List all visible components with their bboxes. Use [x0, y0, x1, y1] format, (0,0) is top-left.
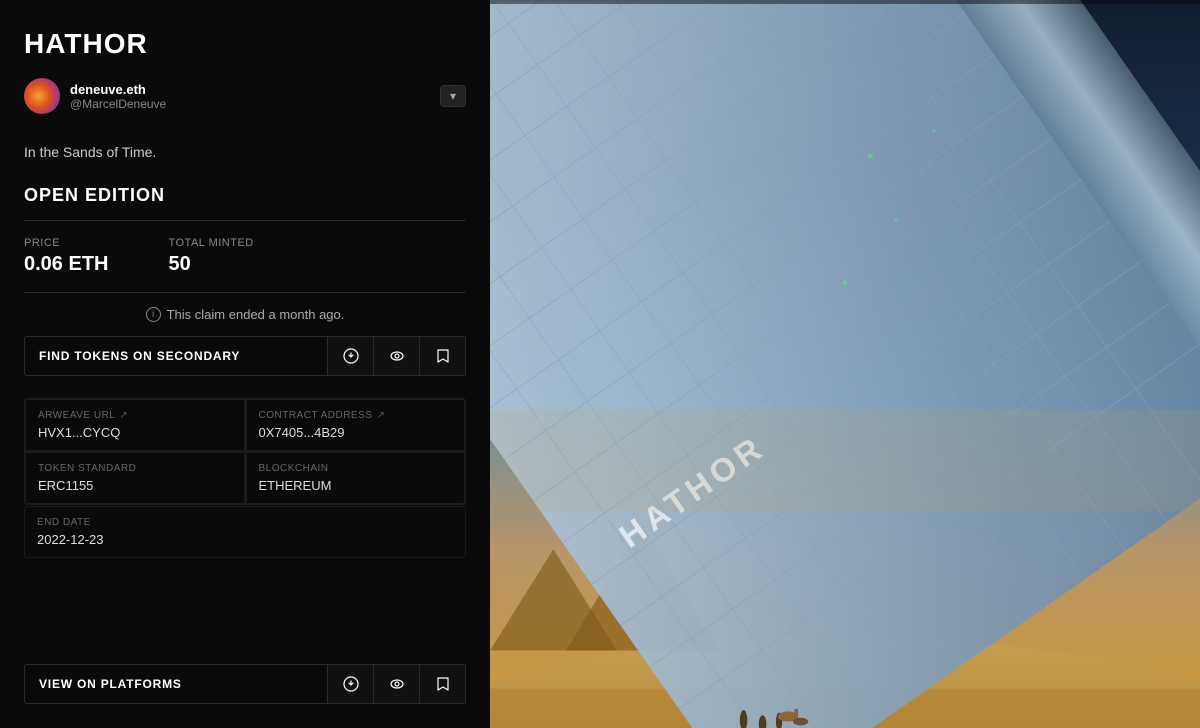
contract-address-label: CONTRACT ADDRESS — [259, 410, 373, 421]
end-date-label: END DATE — [37, 517, 91, 528]
price-block: PRICE 0.06 ETH — [24, 237, 108, 276]
left-panel: HATHOR deneuve.eth @MarcelDeneuve ▾ In t… — [0, 0, 490, 728]
blockchain-label: BLOCKCHAIN — [259, 463, 329, 474]
claim-notice: i This claim ended a month ago. — [24, 307, 466, 322]
bottom-bookmark-icon — [436, 676, 450, 692]
external-link-icon-contract: ↗ — [376, 410, 385, 421]
price-label: PRICE — [24, 237, 108, 249]
bookmark-icon — [436, 348, 450, 364]
artwork-background: HATHOR — [490, 0, 1200, 728]
bottom-action-bar: VIEW ON PLATFORMS — [24, 664, 466, 704]
divider-1 — [24, 220, 466, 221]
download-icon — [343, 348, 359, 364]
action-icons — [327, 337, 465, 375]
claim-notice-text: This claim ended a month ago. — [167, 307, 345, 322]
bottom-view-button[interactable] — [373, 665, 419, 703]
edition-type-label: OPEN EDITION — [24, 185, 466, 206]
eye-icon — [389, 348, 405, 364]
external-link-icon-arweave: ↗ — [119, 410, 128, 421]
token-standard-value: ERC1155 — [38, 478, 232, 493]
token-standard-label: TOKEN STANDARD — [38, 463, 136, 474]
primary-action-bar: FIND TOKENS ON SECONDARY — [24, 336, 466, 376]
blockchain-value: ETHEREUM — [259, 478, 453, 493]
arweave-url-value: HVX1...CYCQ — [38, 425, 232, 440]
avatar — [24, 78, 60, 114]
arweave-url-cell: ARWEAVE URL ↗ HVX1...CYCQ — [25, 399, 245, 451]
contract-address-cell: CONTRACT ADDRESS ↗ 0X7405...4B29 — [246, 399, 466, 451]
bookmark-button[interactable] — [419, 337, 465, 375]
token-standard-cell: TOKEN STANDARD ERC1155 — [25, 452, 245, 504]
author-name: deneuve.eth — [70, 82, 166, 97]
metadata-grid: ARWEAVE URL ↗ HVX1...CYCQ CONTRACT ADDRE… — [24, 398, 466, 505]
minted-label: TOTAL MINTED — [168, 237, 253, 249]
end-date-value: 2022-12-23 — [37, 532, 453, 547]
minted-value: 50 — [168, 253, 253, 276]
price-value: 0.06 ETH — [24, 253, 108, 276]
artwork-svg: HATHOR — [490, 0, 1200, 728]
arweave-url-label: ARWEAVE URL — [38, 410, 115, 421]
right-panel: HATHOR — [490, 0, 1200, 728]
bottom-download-icon — [343, 676, 359, 692]
bottom-bookmark-button[interactable] — [419, 665, 465, 703]
blockchain-cell: BLOCKCHAIN ETHEREUM — [246, 452, 466, 504]
bottom-action-icons — [327, 665, 465, 703]
author-twitter: @MarcelDeneuve — [70, 97, 166, 111]
divider-2 — [24, 292, 466, 293]
download-button[interactable] — [327, 337, 373, 375]
find-tokens-label: FIND TOKENS ON SECONDARY — [25, 337, 327, 375]
bottom-eye-icon — [389, 676, 405, 692]
expand-button[interactable]: ▾ — [440, 85, 466, 107]
minted-block: TOTAL MINTED 50 — [168, 237, 253, 276]
contract-address-value: 0X7405...4B29 — [259, 425, 453, 440]
page-title: HATHOR — [24, 28, 466, 60]
description: In the Sands of Time. — [24, 142, 466, 163]
bottom-download-button[interactable] — [327, 665, 373, 703]
info-icon: i — [146, 307, 161, 322]
stats-row: PRICE 0.06 ETH TOTAL MINTED 50 — [24, 237, 466, 276]
view-platforms-label: VIEW ON PLATFORMS — [25, 665, 327, 703]
author-row: deneuve.eth @MarcelDeneuve ▾ — [24, 78, 466, 114]
chevron-down-icon: ▾ — [450, 89, 456, 103]
author-info: deneuve.eth @MarcelDeneuve — [70, 82, 166, 111]
view-button[interactable] — [373, 337, 419, 375]
end-date-block: END DATE 2022-12-23 — [24, 506, 466, 558]
